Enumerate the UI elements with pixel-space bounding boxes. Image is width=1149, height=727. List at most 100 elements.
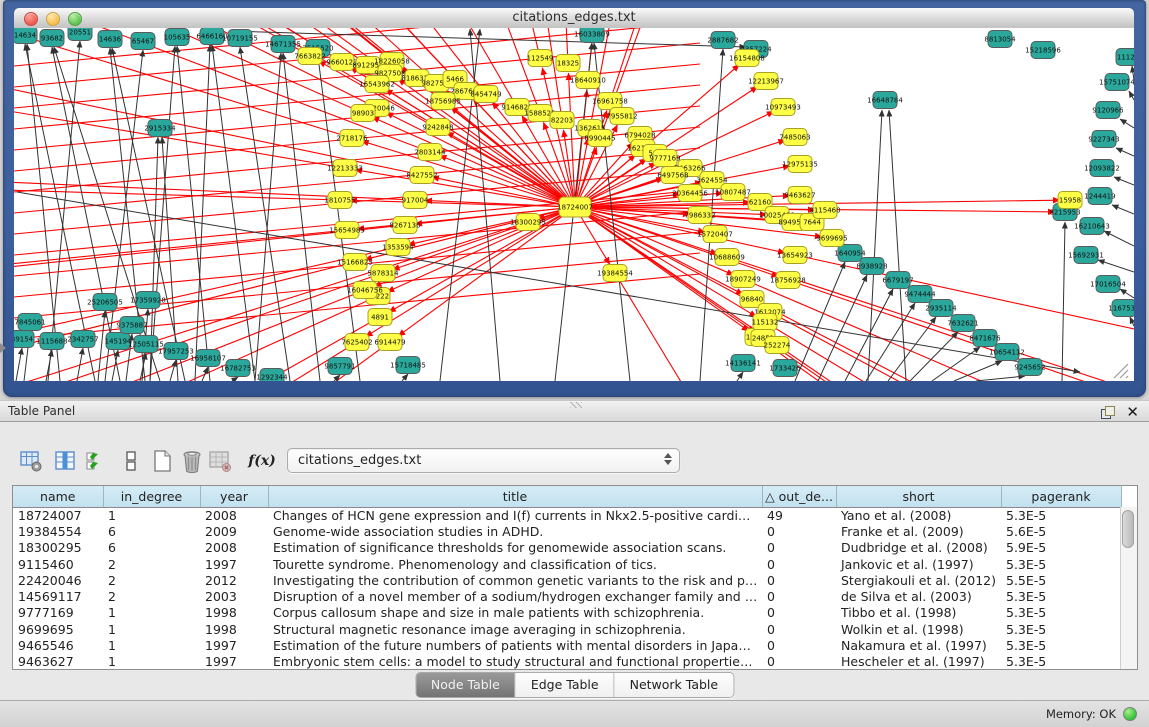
table-cell[interactable]: 18724007: [13, 507, 103, 523]
graph-edge[interactable]: [868, 110, 882, 381]
graph-node[interactable]: 1733426: [769, 360, 801, 377]
graph-node[interactable]: 16033809: [574, 28, 610, 43]
graph-edge[interactable]: [255, 53, 281, 381]
table-cell[interactable]: 1: [103, 621, 200, 637]
table-cell[interactable]: 9465546: [13, 637, 103, 653]
table-cell[interactable]: 0: [762, 637, 836, 653]
graph-node[interactable]: 7986332: [684, 207, 715, 224]
table-cell[interactable]: Yano et al. (2008): [836, 507, 1001, 523]
graph-node[interactable]: 7625402: [341, 334, 372, 351]
splitter-handle-icon[interactable]: [0, 343, 6, 353]
column-header-name[interactable]: name: [13, 486, 103, 507]
table-row[interactable]: 969969511998Structural magnetic resonanc…: [13, 621, 1121, 637]
close-panel-icon[interactable]: ✕: [1126, 405, 1139, 420]
table-cell[interactable]: Hescheler et al. (1997): [836, 654, 1001, 670]
graph-node[interactable]: 2915334: [144, 120, 176, 137]
graph-node[interactable]: 8938928: [856, 258, 887, 275]
graph-edge[interactable]: [14, 262, 355, 381]
network-window-titlebar[interactable]: citations_edges.txt: [14, 8, 1134, 29]
table-cell[interactable]: 14569117: [13, 588, 103, 604]
table-cell[interactable]: Changes of HCN gene expression and I(f) …: [268, 507, 762, 523]
table-cell[interactable]: 9115460: [13, 556, 103, 572]
graph-node[interactable]: 39154: [14, 331, 34, 348]
canvas-resize-grip-icon[interactable]: [1126, 376, 1128, 378]
graph-edge[interactable]: [195, 45, 210, 381]
graph-node[interactable]: 8427552: [406, 167, 437, 184]
table-row[interactable]: 2242004622012Investigating the contribut…: [13, 572, 1121, 588]
graph-node[interactable]: 16648784: [867, 92, 903, 109]
graph-node[interactable]: 7663822: [294, 48, 325, 65]
table-row[interactable]: 977716911998Corpus callosum shape and si…: [13, 605, 1121, 621]
graph-edge[interactable]: [954, 361, 1002, 381]
graph-node[interactable]: 65467: [131, 33, 155, 50]
table-cell[interactable]: 0: [762, 588, 836, 604]
graph-edge[interactable]: [1112, 205, 1134, 214]
table-cell[interactable]: 1: [103, 507, 200, 523]
graph-edge[interactable]: [976, 376, 1025, 381]
graph-node[interactable]: 15166825: [337, 254, 373, 271]
table-row[interactable]: 911546021997Tourette syndrome. Phenomeno…: [13, 556, 1121, 572]
network-window[interactable]: citations_edges.txt 14634936822055114636…: [3, 0, 1146, 397]
graph-node[interactable]: 8471676: [969, 330, 1001, 347]
table-cell[interactable]: 5.3E-5: [1001, 507, 1121, 523]
graph-node[interactable]: 252274: [764, 337, 791, 354]
graph-edge[interactable]: [910, 332, 958, 381]
graph-edge[interactable]: [46, 350, 52, 381]
graph-edge[interactable]: [888, 317, 936, 381]
graph-node[interactable]: 9699695: [816, 230, 847, 247]
graph-edge[interactable]: [818, 275, 867, 381]
graph-edge[interactable]: [1098, 260, 1134, 272]
table-cell[interactable]: 2008: [200, 507, 268, 523]
graph-edge[interactable]: [16, 348, 22, 381]
graph-node[interactable]: 12213967: [748, 73, 784, 90]
graph-node[interactable]: 8990445: [584, 130, 615, 147]
graph-node[interactable]: 7845061: [14, 314, 45, 331]
table-cell[interactable]: 2008: [200, 540, 268, 556]
table-cell[interactable]: 49: [762, 507, 836, 523]
table-cell[interactable]: 2012: [200, 572, 268, 588]
graph-hub-node[interactable]: 18724007: [557, 197, 593, 217]
table-cell[interactable]: 2: [103, 588, 200, 604]
graph-node[interactable]: 13654923: [777, 247, 813, 264]
graph-edge[interactable]: [737, 372, 743, 381]
table-cell[interactable]: Estimation of the future numbers of pati…: [268, 637, 762, 653]
graph-node[interactable]: 2803144: [414, 144, 446, 161]
table-cell[interactable]: 0: [762, 523, 836, 539]
graph-node[interactable]: 5878314: [367, 265, 399, 282]
network-canvas[interactable]: 1463493682205511463665467105635646616010…: [14, 28, 1134, 381]
graph-node[interactable]: 2935114: [925, 300, 957, 317]
graph-node[interactable]: 18325: [556, 55, 580, 72]
graph-node[interactable]: 15958: [1058, 192, 1082, 209]
table-cell[interactable]: 1998: [200, 605, 268, 621]
table-cell[interactable]: 0: [762, 654, 836, 670]
graph-edge[interactable]: [1120, 289, 1134, 298]
graph-node[interactable]: 8454749: [470, 86, 501, 103]
table-cell[interactable]: 0: [762, 572, 836, 588]
graph-node[interactable]: 115132: [752, 314, 779, 331]
graph-node[interactable]: 2887682: [707, 32, 738, 49]
graph-node[interactable]: 7632621: [947, 315, 978, 332]
graph-node[interactable]: 14136141: [725, 355, 761, 372]
show-columns-button[interactable]: [52, 448, 78, 474]
table-cell[interactable]: Investigating the contribution of common…: [268, 572, 762, 588]
graph-node[interactable]: 15654985: [329, 222, 365, 239]
table-cell[interactable]: 1: [103, 637, 200, 653]
graph-node[interactable]: 12975135: [782, 156, 818, 173]
graph-node[interactable]: 6679197: [882, 272, 913, 289]
graph-edge[interactable]: [1129, 91, 1134, 100]
graph-edge[interactable]: [232, 377, 238, 381]
graph-node[interactable]: 12093822: [1084, 160, 1120, 177]
graph-node[interactable]: 9242848: [422, 119, 453, 136]
graph-edge[interactable]: [170, 360, 176, 381]
table-cell[interactable]: Estimation of significance thresholds fo…: [268, 540, 762, 556]
graph-node[interactable]: 14634: [14, 28, 37, 44]
scrollbar-thumb[interactable]: [1122, 510, 1134, 548]
graph-edge[interactable]: [402, 374, 408, 381]
graph-node[interactable]: 82203: [550, 112, 574, 129]
table-cell[interactable]: 5.3E-5: [1001, 556, 1121, 572]
table-cell[interactable]: 9777169: [13, 605, 103, 621]
import-table-button[interactable]: [207, 448, 233, 474]
graph-node[interactable]: 8813054: [984, 31, 1016, 48]
graph-node[interactable]: 15218596: [1025, 42, 1061, 59]
table-cell[interactable]: 9463627: [13, 654, 103, 670]
